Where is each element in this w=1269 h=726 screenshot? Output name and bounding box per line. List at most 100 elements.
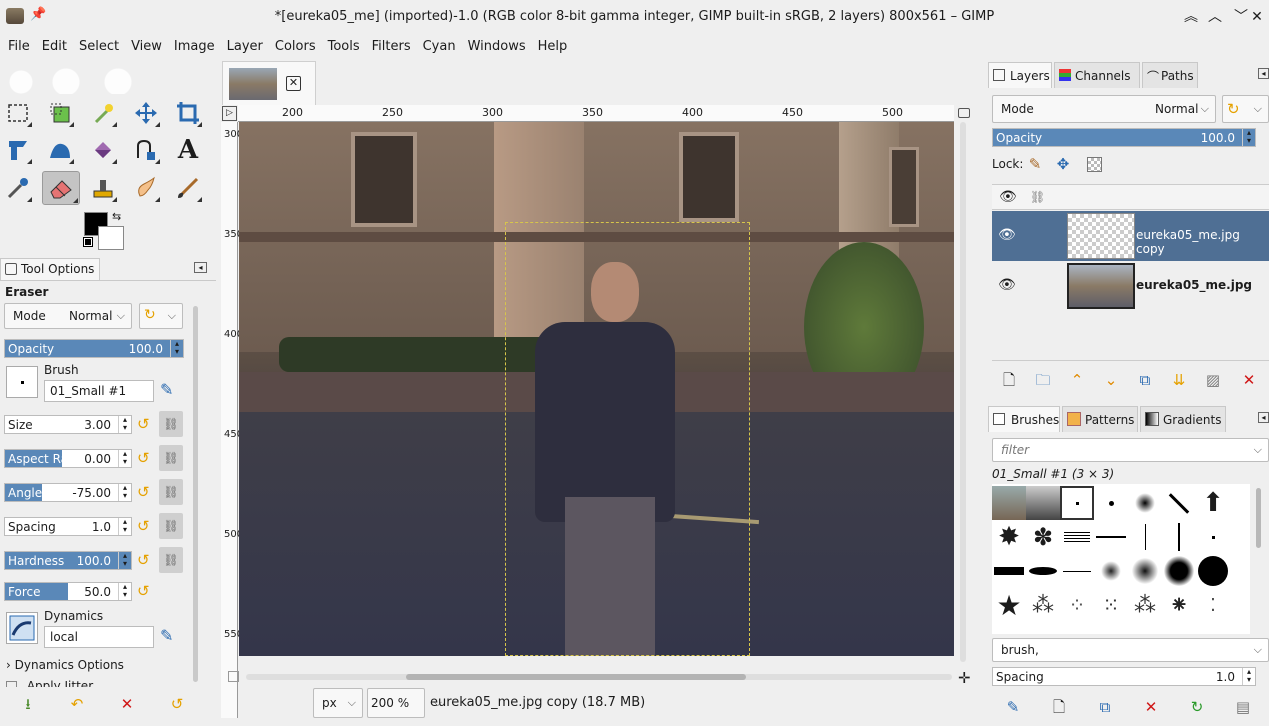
aspect-ratio-slider[interactable]: Aspect Ratio 0.00 ▴ ▾: [4, 449, 132, 468]
brush-cell[interactable]: [1128, 520, 1162, 554]
color-select-tool-icon[interactable]: [45, 98, 75, 128]
warp-tool-icon[interactable]: [45, 135, 75, 165]
panel-menu-icon[interactable]: ◂: [194, 262, 207, 273]
reset-force-icon[interactable]: ↺: [137, 583, 153, 599]
new-layer-icon[interactable]: 🗋: [998, 369, 1020, 391]
fuzzy-select-tool-icon[interactable]: [88, 98, 118, 128]
scrollbar-thumb[interactable]: [406, 674, 746, 680]
spin-buttons[interactable]: ▴ ▾: [118, 583, 131, 600]
mode-combo[interactable]: Mode Normal ⌵: [4, 303, 132, 329]
tab-channels[interactable]: Channels: [1054, 62, 1140, 88]
tab-layers[interactable]: Layers: [988, 62, 1052, 88]
brush-cell[interactable]: [992, 554, 1026, 588]
menu-colors[interactable]: Colors: [275, 37, 322, 59]
smudge-tool-icon[interactable]: [131, 173, 161, 203]
menu-view[interactable]: View: [131, 37, 168, 59]
spin-buttons[interactable]: ▴ ▾: [118, 518, 131, 535]
brush-preview[interactable]: [6, 366, 38, 398]
force-slider[interactable]: Force 50.0 ▴ ▾: [4, 582, 132, 601]
brush-cell[interactable]: [1162, 554, 1196, 588]
brush-cell[interactable]: [1162, 520, 1196, 554]
menu-windows[interactable]: Windows: [468, 37, 532, 59]
spin-buttons[interactable]: ▴ ▾: [170, 340, 183, 357]
reset-hardness-icon[interactable]: ↺: [137, 552, 153, 568]
menu-file[interactable]: File: [8, 37, 36, 59]
link-spacing-icon[interactable]: ⛓: [159, 513, 183, 539]
brush-cell[interactable]: ⁘: [1060, 588, 1094, 622]
edit-brush-icon[interactable]: ✎: [1002, 696, 1024, 718]
clone-tool-icon[interactable]: [88, 173, 118, 203]
wilber-drop-area[interactable]: [6, 64, 146, 94]
reset-aspect-icon[interactable]: ↺: [137, 450, 153, 466]
reset-tool-options-icon[interactable]: ↺: [166, 693, 188, 715]
spacing-slider[interactable]: Spacing 1.0 ▴ ▾: [4, 517, 132, 536]
move-tool-icon[interactable]: [131, 98, 161, 128]
default-colors-icon[interactable]: [83, 237, 93, 247]
link-hardness-icon[interactable]: ⛓: [159, 547, 183, 573]
layer-mode-combo[interactable]: Mode Normal ⌵: [992, 95, 1216, 123]
restore-tool-preset-icon[interactable]: ↶: [66, 693, 88, 715]
vertical-scrollbar[interactable]: [960, 122, 966, 662]
brush-cell[interactable]: [992, 486, 1026, 520]
menu-image[interactable]: Image: [174, 37, 221, 59]
link-size-icon[interactable]: ⛓: [159, 411, 183, 437]
edit-dynamics-icon[interactable]: ✎: [160, 626, 173, 645]
brush-cell[interactable]: ⁂: [1026, 588, 1060, 622]
brush-cell[interactable]: [1128, 554, 1162, 588]
menu-help[interactable]: Help: [538, 37, 574, 59]
brush-cell[interactable]: [1060, 554, 1094, 588]
horizontal-scrollbar[interactable]: [246, 674, 952, 680]
visibility-eye-icon[interactable]: 👁: [998, 227, 1016, 243]
save-tool-preset-icon[interactable]: ⭳: [17, 693, 39, 715]
brush-cell[interactable]: [1196, 554, 1230, 588]
navigate-icon[interactable]: ✛: [958, 669, 971, 687]
brush-cell[interactable]: [1026, 486, 1060, 520]
maximize-icon[interactable]: ︿: [1204, 6, 1226, 28]
vertical-ruler[interactable]: 300 350 400 450 500 550: [221, 122, 243, 718]
menu-edit[interactable]: Edit: [42, 37, 73, 59]
panel-menu-icon[interactable]: ◂: [1258, 412, 1269, 423]
spin-buttons[interactable]: ▴ ▾: [1242, 668, 1255, 685]
brush-cell[interactable]: ⁙: [1094, 588, 1128, 622]
new-brush-icon[interactable]: 🗋: [1048, 696, 1070, 718]
reset-size-icon[interactable]: ↺: [137, 416, 153, 432]
reset-spacing-icon[interactable]: ↺: [137, 518, 153, 534]
size-slider[interactable]: Size 3.00 ▴ ▾: [4, 415, 132, 434]
brush-tag-field[interactable]: brush, ⌵: [992, 638, 1269, 662]
hardness-slider[interactable]: Hardness 100.0 ▴ ▾: [4, 551, 132, 570]
spin-buttons[interactable]: ▴ ▾: [118, 416, 131, 433]
menu-filters[interactable]: Filters: [372, 37, 417, 59]
tool-options-scrollbar[interactable]: [193, 306, 198, 682]
brush-cell-selected[interactable]: [1060, 486, 1094, 520]
panel-menu-icon[interactable]: ◂: [1258, 68, 1269, 79]
quick-mask-toggle[interactable]: [228, 671, 239, 682]
brush-spacing-slider[interactable]: Spacing 1.0 ▴ ▾: [992, 667, 1256, 686]
dynamics-name-field[interactable]: local: [44, 626, 154, 648]
brush-cell[interactable]: ⬆: [1196, 486, 1230, 520]
duplicate-layer-icon[interactable]: ⧉: [1134, 369, 1156, 391]
link-angle-icon[interactable]: ⛓: [159, 479, 183, 505]
brush-cell[interactable]: [1094, 554, 1128, 588]
delete-layer-icon[interactable]: ✕: [1238, 369, 1260, 391]
visibility-eye-icon[interactable]: 👁: [998, 277, 1016, 293]
tab-gradients[interactable]: Gradients: [1140, 406, 1226, 432]
brush-cell[interactable]: ⁕: [1162, 588, 1196, 622]
brush-filter-field[interactable]: filter ⌵: [992, 438, 1269, 462]
image-tab[interactable]: ✕: [222, 61, 316, 105]
zoom-combo[interactable]: 200 % ⌵: [367, 688, 442, 718]
brush-cell[interactable]: ★: [992, 588, 1026, 622]
blend-space-combo[interactable]: ↻ ⌵: [139, 303, 183, 329]
spin-buttons[interactable]: ▴ ▾: [118, 552, 131, 569]
angle-slider[interactable]: Angle -75.00 ▴ ▾: [4, 483, 132, 502]
reset-angle-icon[interactable]: ↺: [137, 484, 153, 500]
opacity-slider[interactable]: Opacity 100.0 ▴ ▾: [4, 339, 184, 358]
tool-options-tab[interactable]: Tool Options: [0, 258, 100, 280]
delete-tool-preset-icon[interactable]: ✕: [116, 693, 138, 715]
brush-grid-scrollbar[interactable]: [1256, 488, 1261, 548]
brush-cell[interactable]: [1026, 554, 1060, 588]
brush-cell[interactable]: ✽: [1026, 520, 1060, 554]
merge-layer-icon[interactable]: ⇊: [1168, 369, 1190, 391]
layer-opacity-slider[interactable]: Opacity 100.0 ▴ ▾: [992, 128, 1256, 147]
bucket-fill-tool-icon[interactable]: [88, 135, 118, 165]
brush-grid[interactable]: ⬆ ✸ ✽ ★ ⁂ ⁘ ⁙ ⁂ ⁕ ⁚: [992, 484, 1250, 634]
